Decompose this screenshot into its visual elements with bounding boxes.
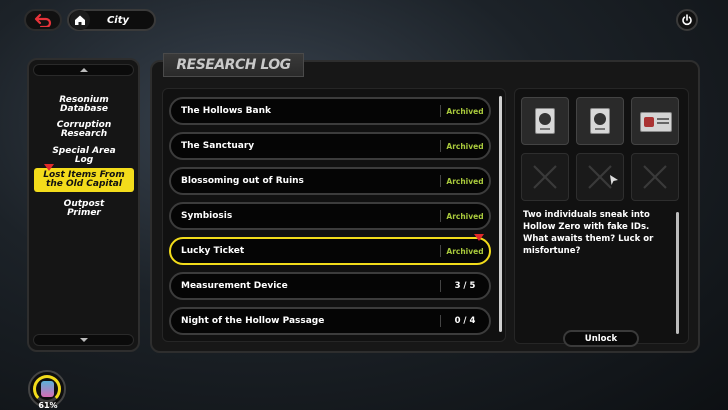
power-icon [682,14,692,26]
new-alert-icon [44,164,54,171]
empty-slot-icon [643,165,667,189]
new-alert-icon [474,234,484,241]
bangboo-icon [41,381,54,397]
entry-status: Archived [446,246,484,256]
entry-name: Blossoming out of Ruins [181,176,304,186]
id-card-icon [590,108,610,134]
entry-name: Measurement Device [181,281,288,291]
entry-progress: 0 / 4 [454,316,476,326]
category-label: Research [60,129,108,139]
list-item[interactable]: Measurement Device 3 / 5 [169,272,491,300]
clue-slot-locked[interactable] [631,153,679,201]
panel-title: RESEARCH LOG [163,53,304,77]
entry-name: Lucky Ticket [181,246,245,256]
empty-slot-icon [533,165,557,189]
list-item[interactable]: Blossoming out of Ruins Archived [169,167,491,195]
id-card-icon [535,108,555,134]
list-item[interactable]: Night of the Hollow Passage 0 / 4 [169,307,491,335]
category-resonium-database[interactable]: Resonium Database [34,96,134,114]
entry-status: Archived [446,176,484,186]
entry-name: The Sanctuary [181,141,255,151]
location-label: City [106,14,130,26]
category-scroll-up[interactable] [33,64,134,76]
entry-status: Archived [446,141,484,151]
list-item[interactable]: The Sanctuary Archived [169,132,491,160]
category-label: the Old Capital [46,179,122,189]
entry-name: Symbiosis [181,211,233,221]
clue-slot-locked[interactable] [521,153,569,201]
location-pill[interactable]: City [67,9,156,31]
gauge-percent: 61% [38,401,58,410]
entry-progress: 3 / 5 [454,281,476,291]
category-label: Database [60,104,108,114]
category-panel: Resonium Database Corruption Research Sp… [27,58,140,352]
back-button[interactable] [24,9,62,31]
entry-status: Archived [446,211,484,221]
entry-description: Two individuals sneak into Hollow Zero w… [523,210,654,256]
category-outpost-primer[interactable]: Outpost Primer [34,200,134,218]
clue-slot[interactable] [631,97,679,145]
back-arrow-icon [34,13,52,27]
cursor-icon [610,175,618,185]
entry-name: Night of the Hollow Passage [181,316,325,326]
list-item[interactable]: The Hollows Bank Archived [169,97,491,125]
unlock-button[interactable]: Unlock [563,330,639,347]
clue-slot[interactable] [521,97,569,145]
power-button[interactable] [676,9,698,31]
list-scrollbar[interactable] [499,96,502,332]
ticket-icon [640,112,672,132]
category-corruption-research[interactable]: Corruption Research [34,121,134,139]
entry-name: The Hollows Bank [181,106,271,116]
category-scroll-down[interactable] [33,334,134,346]
entry-status: Archived [446,106,484,116]
panel-title-text: RESEARCH LOG [176,57,291,73]
home-icon [70,10,90,30]
category-label: Primer [67,208,101,218]
description-scrollbar[interactable] [676,212,679,334]
category-lost-items-old-capital[interactable]: Lost Items From the Old Capital [34,168,134,192]
list-item[interactable]: Symbiosis Archived [169,202,491,230]
list-item-selected[interactable]: Lucky Ticket Archived [169,237,491,265]
category-special-area-log[interactable]: Special Area Log [34,147,134,165]
clue-slot[interactable] [576,97,624,145]
